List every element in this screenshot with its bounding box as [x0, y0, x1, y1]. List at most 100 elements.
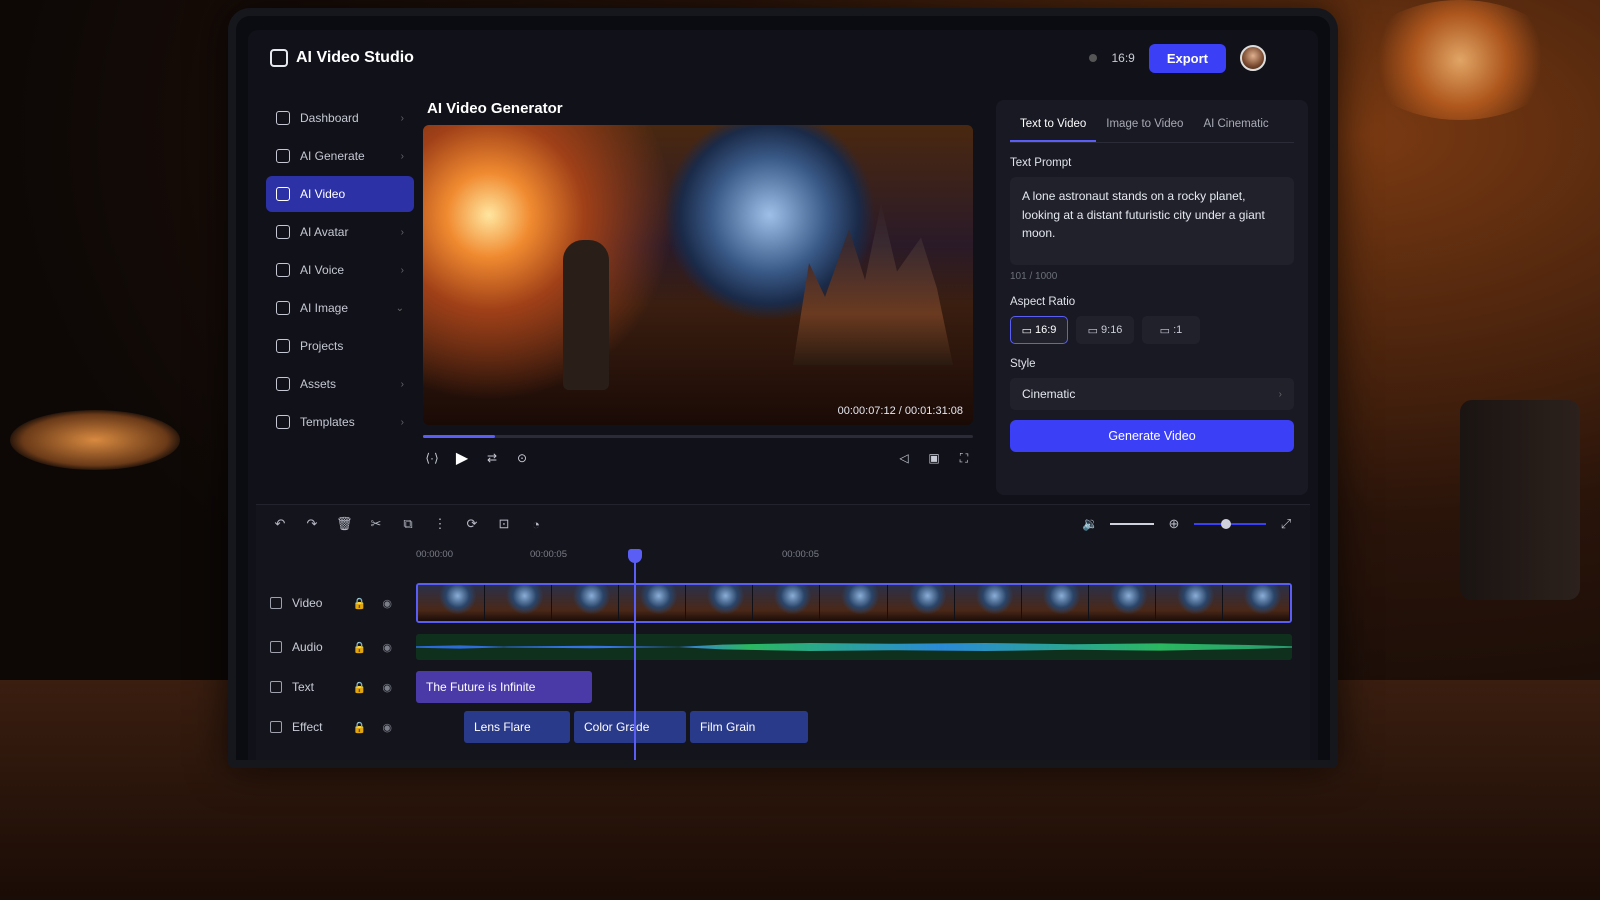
sidebar-item-ai-image[interactable]: AI Image ⌄ [266, 290, 414, 326]
video-player[interactable]: 00:00:07:12 / 00:01:31:08 [423, 125, 973, 425]
video-thumbnail [753, 585, 821, 621]
timeline-right-tools: 🔉 ⊕ ⤢ [1082, 516, 1294, 532]
video-thumbnail [1021, 585, 1089, 621]
prompt-input[interactable]: A lone astronaut stands on a rocky plane… [1010, 177, 1294, 265]
style-select[interactable]: Cinematic › [1010, 378, 1294, 410]
video-thumbnail [552, 585, 620, 621]
top-bar: AI Video Studio 16:9 Export [248, 30, 1318, 86]
video-thumbnail [619, 585, 687, 621]
timeline: ↶ ↷ 🗑 ✂ ⧉ ⋮ ⟳ ⊡ ◔ 🔉 ⊕ ⤢ 00:00:00 00:00:0… [256, 504, 1310, 760]
lock-icon[interactable]: 🔒 [353, 681, 367, 694]
zoom-icon[interactable]: ⊕ [1166, 516, 1182, 532]
sidebar-item-dashboard[interactable]: Dashboard › [266, 100, 414, 136]
chevron-right-icon: › [400, 416, 404, 428]
video-icon [276, 187, 290, 201]
home-icon [276, 111, 290, 125]
user-avatar[interactable] [1240, 45, 1266, 71]
video-preview-area: AI Video Generator 00:00:07:12 / 00:01:3… [423, 100, 983, 500]
delete-icon[interactable]: 🗑 [336, 516, 353, 532]
track-video: Video 🔒 ◉ [256, 583, 1310, 623]
time-ruler: 00:00:00 00:00:05 00:00:05 [416, 549, 1300, 565]
zoom-slider-knob[interactable] [1221, 519, 1232, 529]
video-clip[interactable] [416, 583, 1292, 623]
sidebar-item-ai-video[interactable]: AI Video [266, 176, 414, 212]
copy-icon[interactable]: ⧉ [400, 516, 416, 532]
export-button[interactable]: Export [1148, 43, 1226, 73]
skip-back-icon[interactable]: ⟨·⟩ [423, 451, 441, 465]
lock-icon[interactable]: 🔒 [353, 641, 367, 654]
track-header: Effect 🔒 ◉ [256, 720, 406, 734]
astronaut-figure [563, 240, 609, 390]
lock-icon[interactable]: 🔒 [353, 597, 367, 610]
background-cup [10, 410, 180, 470]
fit-icon[interactable]: ⤢ [1278, 516, 1294, 532]
eye-icon[interactable]: ◉ [382, 681, 392, 694]
sidebar-item-templates[interactable]: Templates › [266, 404, 414, 440]
rotate-icon[interactable]: ⟳ [464, 516, 480, 532]
fullscreen-icon[interactable]: ⛶ [955, 451, 973, 466]
track-label: Effect [292, 720, 323, 734]
crop-icon[interactable]: ⊡ [496, 516, 512, 532]
aspect-16-9-button[interactable]: ▭ 16:9 [1010, 316, 1068, 344]
timecode: 00:00:07:12 / 00:01:31:08 [837, 405, 963, 417]
audio-track-icon [270, 641, 282, 653]
text-track-icon [270, 681, 282, 693]
track-label: Text [292, 680, 315, 694]
sidebar-item-ai-generate[interactable]: AI Generate › [266, 138, 414, 174]
volume-icon[interactable]: 🔉 [1082, 516, 1098, 532]
sidebar-item-label: Assets [300, 377, 337, 391]
split-icon[interactable]: ⋮ [432, 516, 448, 532]
city-silhouette [793, 203, 953, 365]
zoom-slider[interactable] [1194, 519, 1266, 529]
aspect-ratio-indicator[interactable]: 16:9 [1111, 51, 1134, 65]
text-clip[interactable]: The Future is Infinite [416, 671, 592, 703]
volume-slider[interactable] [1110, 523, 1154, 525]
generate-video-button[interactable]: Generate Video [1010, 420, 1294, 452]
ruler-tick-label: 00:00:05 [530, 549, 567, 560]
aspect-ratio-label: Aspect Ratio [1010, 296, 1076, 308]
audio-clip[interactable] [416, 634, 1292, 660]
aspect-1-1-button[interactable]: ▭ :1 [1142, 316, 1200, 344]
sidebar-item-ai-avatar[interactable]: AI Avatar › [266, 214, 414, 250]
playhead[interactable] [628, 549, 642, 760]
effect-clip-lens-flare[interactable]: Lens Flare [464, 711, 570, 743]
sidebar-item-label: AI Video [300, 187, 346, 201]
volume-icon[interactable]: ◁ [895, 451, 913, 466]
redo-icon[interactable]: ↷ [304, 516, 320, 532]
sidebar-item-assets[interactable]: Assets › [266, 366, 414, 402]
eye-icon[interactable]: ◉ [382, 721, 392, 734]
voice-icon [276, 263, 290, 277]
eye-icon[interactable]: ◉ [382, 641, 392, 654]
lock-icon[interactable]: 🔒 [353, 721, 367, 734]
effect-clip-color-grade[interactable]: Color Grade [574, 711, 686, 743]
background-lamp-glow [1360, 0, 1560, 120]
tab-image-to-video[interactable]: Image to Video [1096, 110, 1193, 142]
playback-progress[interactable] [423, 435, 973, 438]
laptop: AI Video Studio 16:9 Export Dashboard › … [228, 8, 1338, 768]
sidebar-item-projects[interactable]: Projects [266, 328, 414, 364]
sidebar-item-label: AI Generate [300, 149, 365, 163]
aspect-9-16-button[interactable]: ▭ 9:16 [1076, 316, 1134, 344]
track-header: Text 🔒 ◉ [256, 680, 406, 694]
speed-icon[interactable]: ◔ [528, 517, 544, 532]
app-title: AI Video Studio [296, 49, 414, 66]
loop-icon[interactable]: ⇄ [483, 451, 501, 465]
video-thumbnail [418, 585, 486, 621]
eye-icon[interactable]: ◉ [382, 597, 392, 610]
tab-ai-cinematic[interactable]: AI Cinematic [1193, 110, 1278, 142]
undo-icon[interactable]: ↶ [272, 516, 288, 532]
screenshot-icon[interactable]: ▣ [925, 451, 943, 466]
video-thumbnail [1088, 585, 1156, 621]
effect-clip-film-grain[interactable]: Film Grain [690, 711, 808, 743]
generation-panel: Text to Video Image to Video AI Cinemati… [996, 100, 1308, 495]
play-icon[interactable]: ▶ [453, 448, 471, 468]
image-icon [276, 301, 290, 315]
chevron-right-icon: › [400, 264, 404, 276]
cut-icon[interactable]: ✂ [368, 516, 384, 532]
tab-text-to-video[interactable]: Text to Video [1010, 110, 1097, 142]
sidebar-item-ai-voice[interactable]: AI Voice › [266, 252, 414, 288]
speed-icon[interactable]: ⊙ [513, 451, 531, 465]
background-mug [1460, 400, 1580, 600]
video-thumbnail [1155, 585, 1223, 621]
template-icon [276, 415, 290, 429]
